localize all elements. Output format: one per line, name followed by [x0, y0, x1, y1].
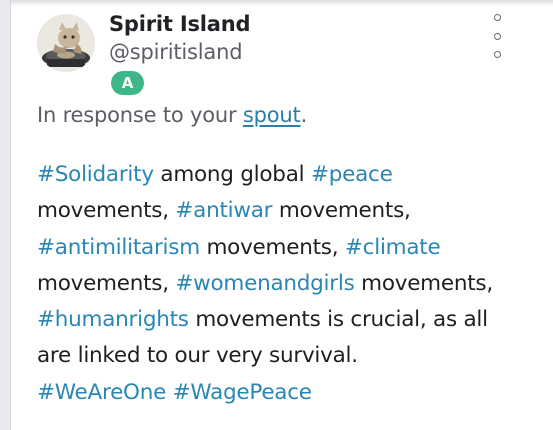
- avatar-image: [37, 14, 95, 72]
- more-vertical-icon[interactable]: [485, 14, 509, 58]
- post-card: Spirit Island @spiritisland A In respons…: [10, 0, 553, 430]
- post-text: among global: [153, 162, 311, 187]
- post-text: movements,: [272, 198, 411, 224]
- hashtag-link[interactable]: #womenandgirls: [175, 271, 354, 296]
- post-body-line: movements, #antiwar movements,: [37, 193, 537, 229]
- post-body-line: #WeAreOne #WagePeace: [37, 375, 537, 411]
- reply-link[interactable]: spout: [243, 103, 301, 127]
- hashtag-link[interactable]: #climate: [345, 235, 441, 260]
- author-name[interactable]: Spirit Island: [109, 12, 251, 36]
- post-text: movements,: [37, 198, 176, 224]
- reply-context: In response to your spout.: [37, 103, 307, 127]
- hashtag-link[interactable]: #humanrights: [37, 307, 189, 332]
- menu-dot: [493, 14, 501, 21]
- hashtag-link[interactable]: #WeAreOne: [37, 380, 166, 405]
- author-handle[interactable]: @spiritisland: [109, 40, 243, 64]
- hashtag-link[interactable]: #Solidarity: [37, 162, 154, 187]
- avatar[interactable]: [37, 14, 95, 72]
- post-text: movements,: [199, 234, 345, 260]
- reply-prefix: In response to your: [37, 103, 243, 127]
- post-body-line: #antimilitarism movements, #climate: [37, 230, 537, 266]
- post-body: #Solidarity among global #peace movements…: [37, 157, 537, 411]
- menu-dot: [493, 51, 501, 58]
- hashtag-link[interactable]: #WagePeace: [173, 380, 312, 405]
- hashtag-link[interactable]: #antimilitarism: [37, 235, 200, 260]
- post-text: movements,: [354, 270, 493, 296]
- post-text: movements is crucial, as all: [188, 307, 488, 333]
- post-text: movements,: [37, 270, 176, 296]
- status-badge: A: [111, 71, 144, 95]
- reply-suffix: .: [300, 103, 308, 127]
- post-body-line: #Solidarity among global #peace: [37, 157, 537, 193]
- post-body-line: #humanrights movements is crucial, as al…: [37, 302, 537, 338]
- post-text: [166, 380, 173, 405]
- post-body-line: movements, #womenandgirls movements,: [37, 266, 537, 302]
- post-text: are linked to our very survival.: [37, 343, 358, 369]
- menu-dot: [493, 32, 501, 40]
- hashtag-link[interactable]: #antiwar: [175, 198, 272, 223]
- hashtag-link[interactable]: #peace: [311, 162, 393, 187]
- post-body-line: are linked to our very survival.: [37, 338, 537, 374]
